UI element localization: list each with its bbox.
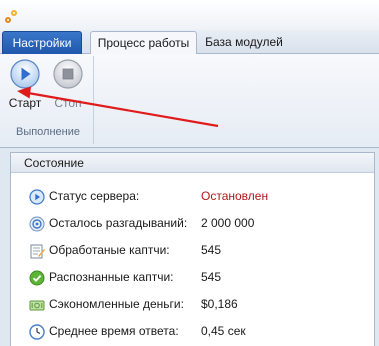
stop-button[interactable]: Стоп	[47, 59, 85, 115]
money-label: Сэкономленные деньги:	[49, 297, 184, 311]
tab-work-process[interactable]: Процесс работы	[90, 31, 197, 55]
processed-icon	[30, 244, 45, 259]
status-row-server: Статус сервера: Остановлен	[29, 187, 369, 207]
response-time-value: 0,45 сек	[201, 324, 246, 338]
stop-icon	[53, 59, 83, 89]
money-value: $0,186	[201, 297, 238, 311]
status-row-recognized: Распознанные каптчи: 545	[29, 268, 369, 288]
remaining-label: Осталось разгадываний:	[49, 216, 188, 230]
ribbon-panel: Старт Стоп Выполнение	[0, 54, 379, 148]
remaining-value: 2 000 000	[201, 216, 255, 230]
execution-group: Старт Стоп Выполнение	[2, 56, 94, 144]
tab-module-base[interactable]: База модулей	[200, 31, 288, 55]
server-status-value: Остановлен	[201, 189, 269, 203]
clock-icon	[29, 324, 45, 340]
stop-label: Стоп	[54, 96, 82, 110]
money-icon	[29, 300, 45, 311]
server-status-label: Статус сервера:	[49, 189, 140, 203]
title-bar	[0, 0, 379, 30]
start-button[interactable]: Старт	[4, 59, 42, 115]
remaining-icon	[29, 216, 45, 232]
response-time-label: Среднее время ответа:	[49, 324, 179, 338]
start-label: Старт	[8, 96, 42, 110]
status-title: Состояние	[11, 153, 374, 173]
processed-label: Обработаные каптчи:	[49, 243, 170, 257]
status-row-money: Сэкономленные деньги: $0,186	[29, 295, 369, 315]
processed-value: 545	[201, 243, 222, 257]
recognized-value: 545	[201, 270, 222, 284]
recognized-label: Распознанные каптчи:	[49, 270, 174, 284]
ribbon-tabs: Настройки Процесс работы База модулей	[0, 30, 379, 55]
status-panel: Состояние Статус сервера: Остановлен Ост…	[10, 152, 375, 346]
server-status-icon	[29, 189, 45, 205]
app-icon[interactable]	[2, 4, 20, 26]
tab-settings[interactable]: Настройки	[2, 31, 82, 54]
recognized-icon	[29, 270, 45, 286]
status-row-processed: Обработаные каптчи: 545	[29, 241, 369, 261]
group-label: Выполнение	[15, 126, 81, 138]
status-row-response-time: Среднее время ответа: 0,45 сек	[29, 322, 369, 342]
status-row-remaining: Осталось разгадываний: 2 000 000	[29, 214, 369, 234]
play-icon	[10, 59, 40, 89]
